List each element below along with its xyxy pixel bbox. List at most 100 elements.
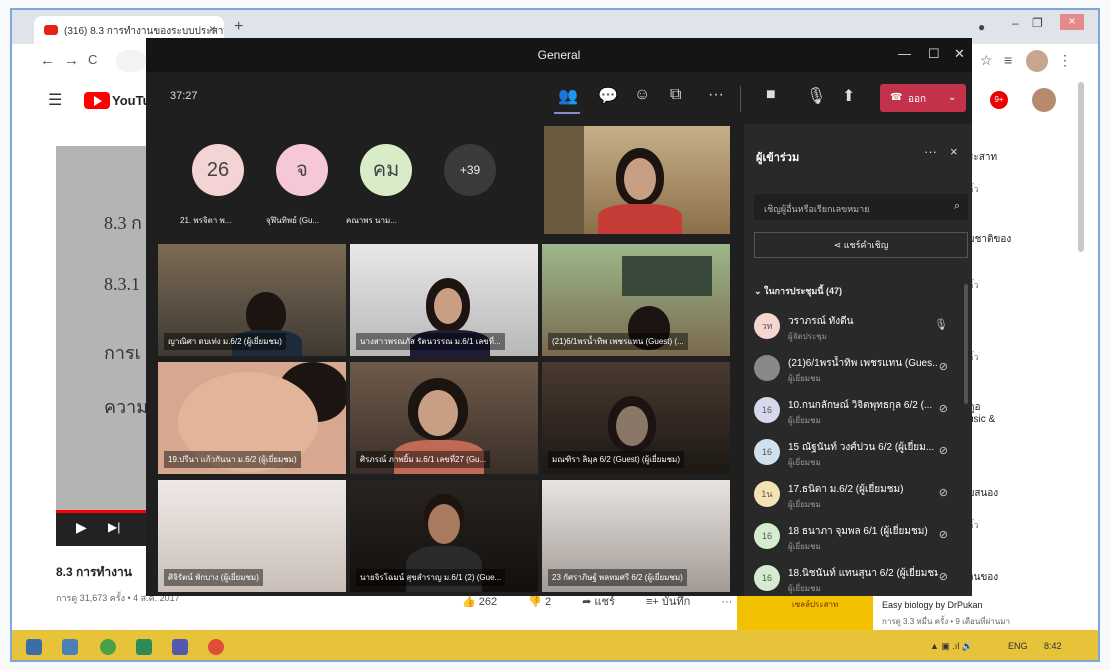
youtube-logo-icon[interactable] bbox=[84, 92, 110, 109]
bookmark-star-icon[interactable]: ☆ bbox=[980, 52, 993, 69]
participant-row[interactable]: (21)6/1พรน้ำทิพ เพชรแทน (Gues... ผู้เยี่… bbox=[754, 352, 970, 390]
participant-name-2: จุฬินทิพย์ (Gu... bbox=[266, 216, 320, 225]
hamburger-menu-icon[interactable]: ☰ bbox=[48, 90, 62, 110]
video-tile-3[interactable]: (21)6/1พรน้ำทิพ เพชรแทน (Guest) (... bbox=[542, 244, 730, 356]
participant-row[interactable]: 16 18 ธนาภา จุมพล 6/1 (ผู้เยี่ยมชม) ผู้เ… bbox=[754, 520, 970, 558]
reload-button[interactable]: C bbox=[88, 52, 97, 67]
tile-face bbox=[418, 390, 458, 436]
in-meeting-section[interactable]: ⌄ ในการประชุมนี้ (47) bbox=[754, 284, 842, 298]
participants-icon[interactable]: 👥 bbox=[558, 86, 578, 106]
clock[interactable]: 8:42 bbox=[1044, 641, 1062, 651]
youtube-avatar[interactable] bbox=[1032, 88, 1056, 112]
participant-row[interactable]: 16 15 ณัฐนันท์ วงศ์ปวน 6/2 (ผู้เยี่ยม...… bbox=[754, 436, 970, 474]
chrome-avatar[interactable] bbox=[1026, 50, 1048, 72]
teams-maximize-button[interactable]: ☐ bbox=[928, 46, 940, 62]
participant-row[interactable]: 16 18.นิชนันท์ แทนสุนา 6/2 (ผู้เยี่ยมชม)… bbox=[754, 562, 970, 600]
tab-title: (316) 8.3 การทำงานของระบบประสาท bbox=[64, 26, 224, 37]
maximize-window-button[interactable]: ❐ bbox=[1032, 16, 1043, 30]
chrome-taskbar-icon[interactable] bbox=[208, 639, 224, 655]
like-button[interactable]: 👍 262 bbox=[462, 596, 511, 608]
rec-title-5[interactable]: บสนอง bbox=[968, 486, 998, 501]
back-button[interactable]: ← bbox=[40, 52, 55, 69]
chrome-profile-icon[interactable]: ● bbox=[978, 20, 985, 34]
meeting-timer: 37:27 bbox=[170, 90, 198, 102]
share-invite-button[interactable]: ⋖ แชร์คำเชิญ bbox=[754, 232, 968, 258]
forward-button[interactable]: → bbox=[64, 52, 79, 69]
teams-minimize-button[interactable]: — bbox=[898, 46, 911, 61]
video-tile-5[interactable]: ศิรภรณ์ ภาพยิ้ม ม.6/1 เลขที่27 (Gu... bbox=[350, 362, 538, 474]
new-tab-button[interactable]: + bbox=[234, 18, 243, 36]
participant-row[interactable]: 1น 17.ธนิดา ม.6/2 (ผู้เยี่ยมชม) ผู้เยี่ย… bbox=[754, 478, 970, 516]
excel-icon[interactable] bbox=[136, 639, 152, 655]
participant-avatar-2[interactable]: จ bbox=[276, 144, 328, 196]
video-tile-9[interactable]: 23 กัศราภิษฐ์ พลทมศรี 6/2 (ผู้เยี่ยมชม) bbox=[542, 480, 730, 592]
toolbar-divider bbox=[740, 86, 741, 112]
next-icon[interactable]: ▶| bbox=[108, 520, 120, 534]
meeting-title: General bbox=[537, 48, 581, 62]
video-tile-7[interactable]: ศิจิรัตน์ พักบาง (ผู้เยี่ยมชม) bbox=[158, 480, 346, 592]
panel-scrollbar[interactable] bbox=[964, 284, 968, 404]
panel-close-button[interactable]: × bbox=[950, 144, 958, 159]
video-progress-bar[interactable] bbox=[56, 510, 156, 513]
language-indicator[interactable]: ENG bbox=[1008, 641, 1028, 651]
mic-on-icon: 🎙 bbox=[934, 319, 948, 331]
microphone-icon[interactable]: 🎙 bbox=[806, 86, 826, 106]
search-placeholder: เชิญผู้อื่นหรือเรียกเลขหมาย bbox=[764, 204, 870, 214]
address-bar[interactable] bbox=[116, 50, 146, 72]
ie-icon[interactable] bbox=[100, 639, 116, 655]
recommended-meta: การดู 3.3 หมื่น ครั้ง • 9 เดือนที่ผ่านมา bbox=[882, 617, 1010, 626]
search-icon[interactable]: ⌕ bbox=[954, 200, 960, 213]
explorer-icon[interactable] bbox=[62, 639, 78, 655]
chat-icon[interactable]: 💬 bbox=[598, 86, 618, 106]
recommended-title[interactable]: Easy biology by DrPukan bbox=[882, 600, 983, 610]
organizer-video[interactable] bbox=[544, 126, 730, 234]
more-options-icon[interactable]: ··· bbox=[708, 86, 724, 104]
slide-line-2: 8.3.1 bbox=[104, 274, 140, 294]
tile-name-5: ศิรภรณ์ ภาพยิ้ม ม.6/1 เลขที่27 (Gu... bbox=[356, 451, 491, 468]
participant-avatar-3[interactable]: คม bbox=[360, 144, 412, 196]
teams-taskbar-icon[interactable] bbox=[172, 639, 188, 655]
teams-close-button[interactable]: ✕ bbox=[954, 46, 965, 62]
chrome-menu-icon[interactable]: ⋮ bbox=[1058, 52, 1072, 69]
video-tile-2[interactable]: นางสาวพรณภัส รัตนวรรณ ม.6/1 เลขที่... bbox=[350, 244, 538, 356]
participant-row[interactable]: วท วราภรณ์ ทังดีน ผู้จัดประชุม 🎙 bbox=[754, 310, 970, 348]
leave-button[interactable]: ☎ ออก ⌄ bbox=[880, 84, 966, 112]
tab-close-button[interactable]: × bbox=[209, 22, 216, 36]
window-background bbox=[544, 126, 584, 234]
tray-icons[interactable]: ▲ ▣ .ıl 🔊 bbox=[930, 641, 973, 652]
close-window-button[interactable]: × bbox=[1060, 14, 1084, 30]
page-scrollbar[interactable] bbox=[1078, 82, 1084, 252]
more-actions-button[interactable]: ··· bbox=[721, 596, 732, 608]
dislike-button[interactable]: 👎 2 bbox=[528, 596, 565, 608]
invite-search-input[interactable]: เชิญผู้อื่นหรือเรียกเลขหมาย ⌕ bbox=[754, 194, 968, 220]
camera-icon[interactable]: ■ bbox=[766, 86, 776, 104]
notification-badge[interactable]: 9+ bbox=[990, 91, 1008, 109]
tile-name-2: นางสาวพรณภัส รัตนวรรณ ม.6/1 เลขที่... bbox=[356, 333, 505, 350]
reactions-icon[interactable]: ☺ bbox=[634, 86, 650, 104]
rec-title-2[interactable]: มชาติของ bbox=[968, 232, 1011, 247]
video-tile-1[interactable]: ญาณิศา ดบเท่ง ม.6/2 (ผู้เยี่ยมชม) bbox=[158, 244, 346, 356]
save-button[interactable]: ≡+ บันทึก bbox=[646, 596, 704, 608]
hangup-icon: ☎ bbox=[890, 92, 903, 103]
rec-title-1[interactable]: ระสาท bbox=[968, 150, 997, 165]
minimize-window-button[interactable]: – bbox=[1012, 16, 1019, 30]
overflow-participants[interactable]: +39 bbox=[444, 144, 496, 196]
video-tile-4[interactable]: 19.ปรีนา แก้วกันนา ม.6/2 (ผู้เยี่ยมชม) bbox=[158, 362, 346, 474]
rec-title-6[interactable]: านของ bbox=[968, 570, 998, 585]
rooms-icon[interactable]: ⧉ bbox=[670, 86, 681, 104]
leave-dropdown-icon[interactable]: ⌄ bbox=[948, 92, 956, 103]
share-screen-icon[interactable]: ⬆ bbox=[842, 86, 855, 106]
participant-avatar: 16 bbox=[754, 523, 780, 549]
play-icon[interactable]: ▶ bbox=[76, 519, 87, 536]
rec-title-4[interactable]: usic & bbox=[968, 414, 995, 425]
reading-list-icon[interactable]: ≡ bbox=[1004, 52, 1012, 68]
share-button[interactable]: ➦ แชร์ bbox=[582, 596, 629, 608]
participant-avatar-1[interactable]: 26 bbox=[192, 144, 244, 196]
video-controls: ▶ ▶| bbox=[56, 510, 156, 546]
video-tile-6[interactable]: มณฑิรา ลิมุล 6/2 (Guest) (ผู้เยี่ยมชม) bbox=[542, 362, 730, 474]
panel-more-button[interactable]: ··· bbox=[924, 144, 937, 159]
start-icon[interactable] bbox=[26, 639, 42, 655]
participant-row[interactable]: 16 10.กนกลักษณ์ วิจิตพุทธกุล 6/2 (... ผู… bbox=[754, 394, 970, 432]
participant-name-3: คณาพร นาม... bbox=[346, 216, 397, 225]
video-tile-8[interactable]: นายจิรโฉมน์ สุขสำราญ ม.6/1 (2) (Gue... bbox=[350, 480, 538, 592]
